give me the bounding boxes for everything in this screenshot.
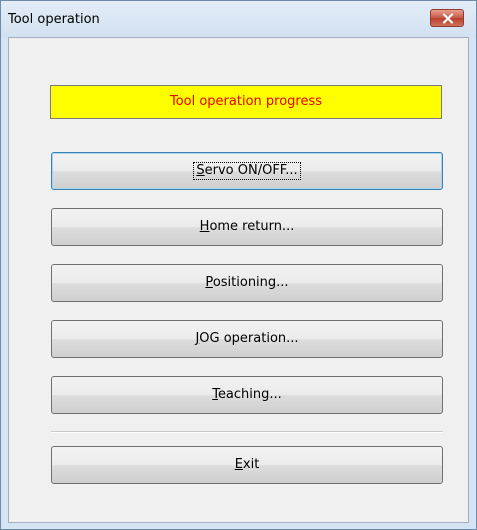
close-icon [442,13,454,24]
mnemonic: P [205,275,213,290]
button-label: JOG operation... [193,331,300,347]
teaching-button[interactable]: Teaching... [51,376,443,414]
label-rest: ome return... [209,219,295,234]
home-return-button[interactable]: Home return... [51,208,443,246]
label-rest: ositioning... [212,275,289,290]
mnemonic: H [199,219,210,234]
label-rest: OG operation... [199,331,299,346]
button-label: Positioning... [203,275,290,291]
button-label: Home return... [198,219,297,235]
label-rest: eaching... [217,387,282,402]
mnemonic: S [196,163,205,178]
label-rest: ervo ON/OFF... [204,163,298,178]
tool-operation-window: Tool operation Tool operation progress S… [0,0,477,530]
dialog-client-area: Tool operation progress Servo ON/OFF... … [8,37,469,523]
button-label: Teaching... [210,387,284,403]
mnemonic: E [234,457,243,472]
jog-operation-button[interactable]: JOG operation... [51,320,443,358]
positioning-button[interactable]: Positioning... [51,264,443,302]
close-button[interactable] [430,9,464,27]
separator-line [51,431,443,433]
title-bar[interactable]: Tool operation [1,1,476,37]
exit-button[interactable]: Exit [51,446,443,484]
button-label: Exit [233,457,262,473]
window-title: Tool operation [8,12,100,27]
button-label: Servo ON/OFF... [193,162,301,180]
progress-status-label: Tool operation progress [50,85,442,119]
servo-on-off-button[interactable]: Servo ON/OFF... [51,152,443,190]
label-rest: xit [242,457,260,472]
